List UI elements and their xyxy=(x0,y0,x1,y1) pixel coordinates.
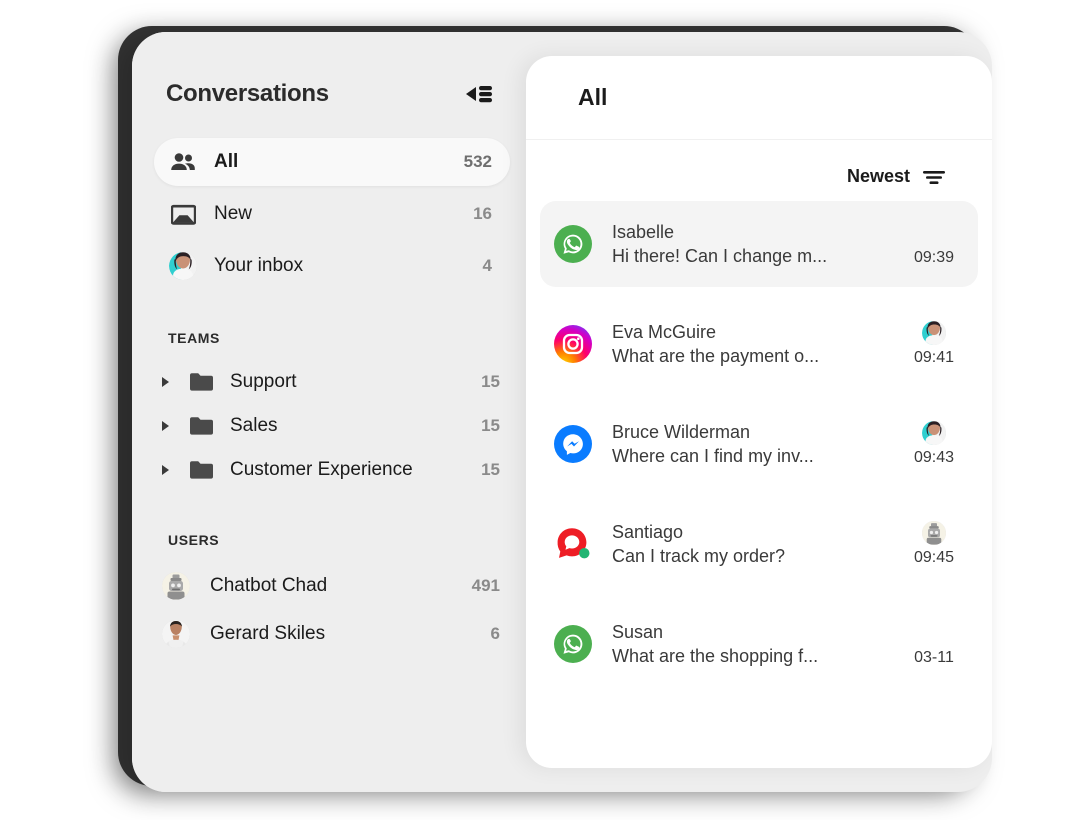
conversation-text: Bruce Wilderman Where can I find my inv.… xyxy=(612,420,906,469)
sidebar-item-chatbot-chad[interactable]: Chatbot Chad 491 xyxy=(132,562,532,610)
team-label: Customer Experience xyxy=(230,459,413,480)
conversation-row[interactable]: Susan What are the shopping f... 03-11 xyxy=(540,601,978,687)
sort-descending-icon[interactable] xyxy=(922,168,946,186)
triangle-right-icon[interactable] xyxy=(162,421,169,431)
team-count: 15 xyxy=(481,460,500,479)
sidebar-item-all[interactable]: All 532 xyxy=(154,138,510,186)
conversation-time: 09:43 xyxy=(913,449,955,466)
triangle-right-icon[interactable] xyxy=(162,465,169,475)
livechat-icon xyxy=(554,525,592,563)
sidebar-item-sales[interactable]: Sales 15 xyxy=(132,404,532,448)
conversation-preview: What are the shopping f... xyxy=(612,646,819,666)
whatsapp-icon xyxy=(554,625,592,663)
folder-icon xyxy=(189,416,214,436)
sidebar-header: Conversations xyxy=(132,32,532,108)
conversation-time: 09:41 xyxy=(913,349,955,366)
people-icon xyxy=(168,149,198,175)
sidebar-item-gerard-skiles[interactable]: Gerard Skiles 6 xyxy=(132,610,532,658)
conversation-name: Santiago xyxy=(612,521,684,542)
conversation-name: Bruce Wilderman xyxy=(612,421,751,442)
sidebar-item-label: Your inbox xyxy=(214,255,304,276)
conversation-preview: Can I track my order? xyxy=(612,546,786,566)
conversation-time: 09:45 xyxy=(913,549,955,566)
folder-icon xyxy=(189,460,214,480)
collapse-sidebar-icon[interactable] xyxy=(464,81,494,107)
triangle-right-icon[interactable] xyxy=(162,377,169,387)
team-label: Support xyxy=(230,371,297,392)
teams-section-header: TEAMS xyxy=(168,330,220,346)
conversation-text: Santiago Can I track my order? xyxy=(612,520,906,569)
conversation-meta: 09:43 xyxy=(906,421,962,467)
users-list: Chatbot Chad 491 Gerard Skiles 6 xyxy=(132,562,532,658)
sort-bar: Newest xyxy=(526,140,992,201)
nav-list: All 532 New 16 Your inbox 4 xyxy=(132,138,532,290)
messenger-icon xyxy=(554,425,592,463)
conversation-panel-title: All xyxy=(578,84,608,110)
conversation-name: Isabelle xyxy=(612,221,675,242)
robot-avatar xyxy=(162,572,190,600)
conversation-text: Isabelle Hi there! Can I change m... xyxy=(612,220,906,269)
users-section-header: USERS xyxy=(168,532,220,548)
conversation-meta: 09:39 xyxy=(906,221,962,267)
sidebar-item-customer-experience[interactable]: Customer Experience 15 xyxy=(132,448,532,492)
conversation-preview: Where can I find my inv... xyxy=(612,446,814,466)
sidebar-item-label: All xyxy=(214,151,239,172)
sidebar-item-support[interactable]: Support 15 xyxy=(132,360,532,404)
conversation-time: 09:39 xyxy=(913,249,955,266)
team-count: 15 xyxy=(481,416,500,435)
assignee-avatar xyxy=(922,421,946,445)
conversation-meta: 09:41 xyxy=(906,321,962,367)
app-window: Conversations All 532 New 16 Your inbox … xyxy=(132,32,992,792)
sidebar-item-new[interactable]: New 16 xyxy=(154,190,510,238)
conversation-list-panel: All Newest Isabelle Hi there! Can I chan… xyxy=(526,56,992,768)
whatsapp-icon xyxy=(554,225,592,263)
user-count: 6 xyxy=(490,624,500,643)
user-avatar xyxy=(168,252,198,280)
conversation-row[interactable]: Eva McGuire What are the payment o... 09… xyxy=(540,301,978,387)
conversation-row[interactable]: Isabelle Hi there! Can I change m... 09:… xyxy=(540,201,978,287)
conversation-meta: 09:45 xyxy=(906,521,962,567)
conversation-row[interactable]: Santiago Can I track my order? 09:45 xyxy=(540,501,978,587)
conversation-name: Eva McGuire xyxy=(612,321,717,342)
conversation-text: Susan What are the shopping f... xyxy=(612,620,906,669)
conversation-name: Susan xyxy=(612,621,664,642)
teams-list: Support 15 Sales 15 Customer Experience … xyxy=(132,360,532,492)
conversation-panel-header: All xyxy=(526,56,992,140)
sidebar-item-count: 4 xyxy=(482,256,492,275)
team-label: Sales xyxy=(230,415,278,436)
sort-label[interactable]: Newest xyxy=(847,166,910,187)
sidebar-item-your-inbox[interactable]: Your inbox 4 xyxy=(154,242,510,290)
conversation-meta: 03-11 xyxy=(906,621,962,667)
conversation-list: Isabelle Hi there! Can I change m... 09:… xyxy=(526,201,992,687)
man-avatar xyxy=(162,620,190,648)
folder-icon xyxy=(189,372,214,392)
assignee-avatar xyxy=(922,521,946,545)
sidebar-item-label: New xyxy=(214,203,253,224)
user-label: Chatbot Chad xyxy=(210,575,328,596)
sidebar-item-count: 16 xyxy=(473,204,492,223)
inbox-tray-icon xyxy=(168,201,198,227)
team-count: 15 xyxy=(481,372,500,391)
user-count: 491 xyxy=(471,576,500,595)
assignee-avatar xyxy=(922,321,946,345)
conversation-text: Eva McGuire What are the payment o... xyxy=(612,320,906,369)
sidebar-item-count: 532 xyxy=(463,152,492,171)
conversation-preview: What are the payment o... xyxy=(612,346,820,366)
sidebar: Conversations All 532 New 16 Your inbox … xyxy=(132,32,532,792)
page-title: Conversations xyxy=(166,80,329,107)
conversation-preview: Hi there! Can I change m... xyxy=(612,246,828,266)
user-label: Gerard Skiles xyxy=(210,623,326,644)
conversation-row[interactable]: Bruce Wilderman Where can I find my inv.… xyxy=(540,401,978,487)
instagram-icon xyxy=(554,325,592,363)
conversation-time: 03-11 xyxy=(914,649,954,666)
